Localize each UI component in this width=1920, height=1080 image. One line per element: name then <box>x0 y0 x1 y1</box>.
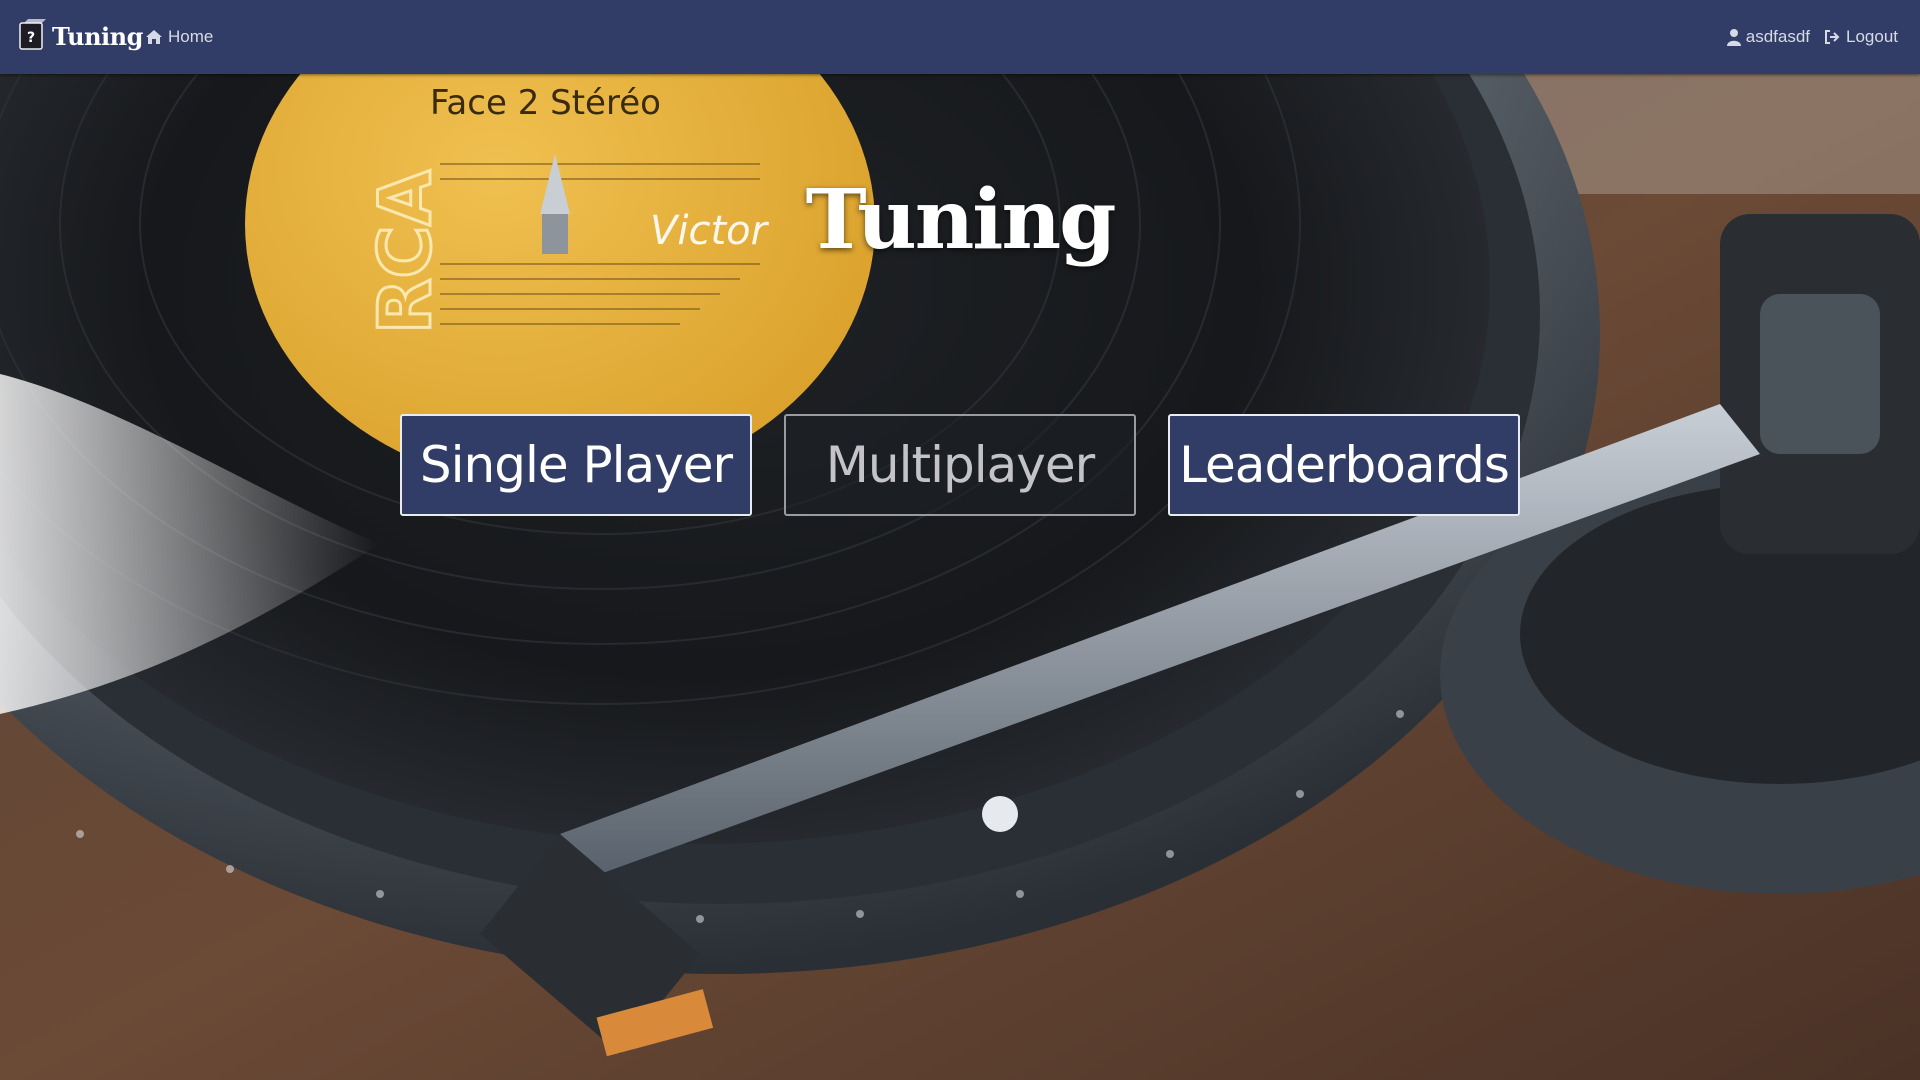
svg-text:?: ? <box>27 30 35 46</box>
label-side-text: Face 2 Stéréo <box>430 83 661 123</box>
nav-logout-label: Logout <box>1846 27 1898 46</box>
nav-user-label: asdfasdf <box>1745 27 1810 46</box>
home-icon <box>145 29 163 45</box>
hero-title: Tuning <box>805 172 1117 268</box>
top-navbar: ? Tuning Home asdfasdf Logout <box>0 0 1920 74</box>
nav-home-label: Home <box>168 27 214 46</box>
multiplayer-button[interactable]: Multiplayer <box>784 414 1136 516</box>
record-sleeve-question-icon: ? <box>16 19 46 53</box>
nav-user-link[interactable]: asdfasdf <box>1726 24 1810 50</box>
nav-home-link[interactable]: Home <box>145 24 213 50</box>
logout-icon <box>1824 29 1841 45</box>
nav-logout-link[interactable]: Logout <box>1824 24 1898 50</box>
label-maker-text: Victor <box>650 208 770 254</box>
brand-link[interactable]: ? Tuning <box>16 12 143 60</box>
user-icon <box>1726 28 1741 46</box>
leaderboards-button[interactable]: Leaderboards <box>1168 414 1520 516</box>
label-brand-text: RCA <box>363 170 447 334</box>
single-player-button[interactable]: Single Player <box>400 414 752 516</box>
brand-name: Tuning <box>52 21 143 51</box>
page: ? Tuning Home asdfasdf Logout Face 2 Sté… <box>0 0 1920 1080</box>
